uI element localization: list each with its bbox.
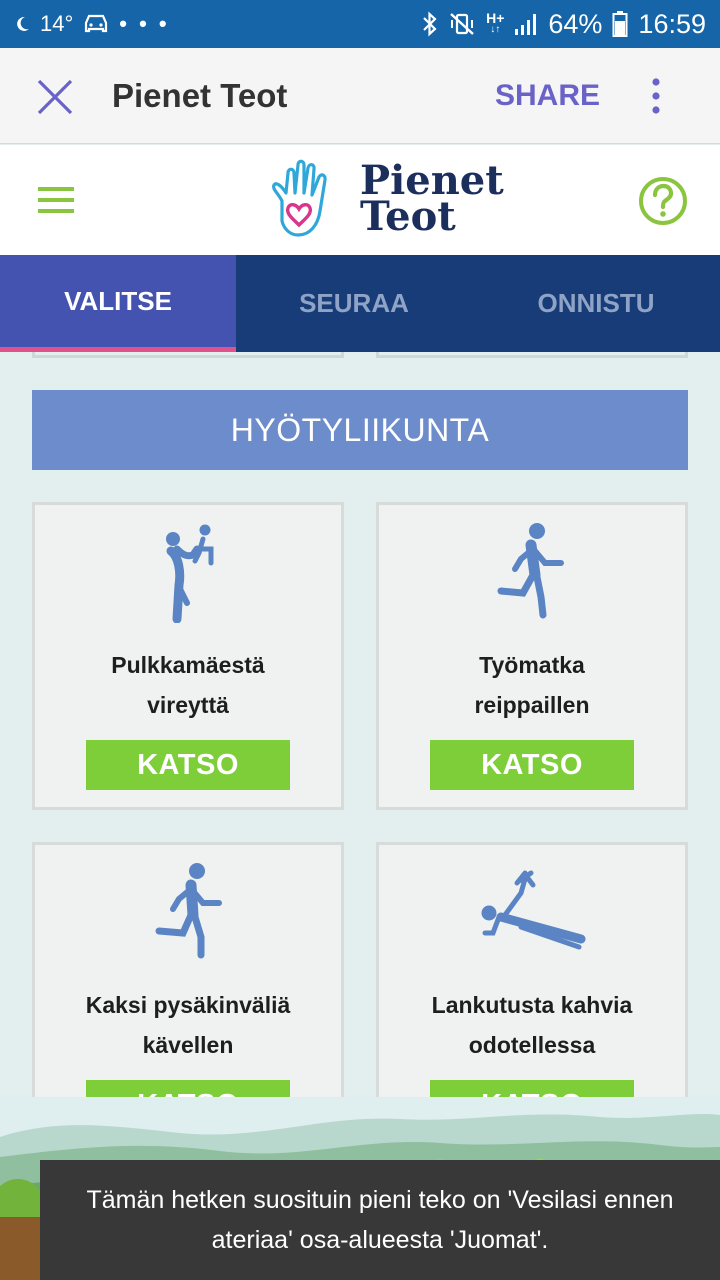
more-notifications: • • •	[119, 11, 170, 36]
share-button[interactable]: SHARE	[495, 48, 600, 144]
status-bar: 14° • • • H+ ↓↑ 64% 16:59	[0, 0, 720, 48]
katso-button[interactable]: KATSO	[430, 1080, 634, 1097]
main-content: HYÖTYLIIKUNTA Pulkkamäestä vireyttä KATS…	[0, 352, 720, 1097]
battery-icon	[612, 10, 628, 38]
activity-card[interactable]: Työmatka reippaillen KATSO	[376, 502, 688, 810]
tab-onnistu[interactable]: ONNISTU	[472, 255, 720, 352]
clock: 16:59	[638, 8, 706, 39]
logo-wordmark: Pienet Teot	[360, 157, 504, 240]
activity-title: Työmatka reippaillen	[474, 652, 590, 718]
activity-card[interactable]: Lankutusta kahvia odotellessa KATSO	[376, 842, 688, 1097]
activity-title: Pulkkamäestä vireyttä	[111, 652, 265, 718]
section-title: HYÖTYLIIKUNTA	[32, 390, 688, 470]
car-icon	[83, 13, 109, 35]
plank-exercise-icon	[475, 859, 595, 963]
katso-button[interactable]: KATSO	[86, 740, 290, 790]
more-options-icon[interactable]	[640, 76, 672, 116]
card-stub-left	[32, 352, 344, 358]
signal-strength-icon	[514, 12, 538, 36]
toast-message: Tämän hetken suosituin pieni teko on 'Ve…	[40, 1160, 720, 1280]
tab-seuraa[interactable]: SEURAA	[236, 255, 472, 352]
app-title: Pienet Teot	[112, 77, 288, 114]
weather-moon-icon	[16, 16, 30, 32]
vibrate-mute-icon	[448, 12, 476, 36]
battery-percent: 64%	[548, 8, 603, 39]
tab-valitse[interactable]: VALITSE	[0, 255, 236, 352]
activity-card[interactable]: Kaksi pysäkinväliä kävellen KATSO	[32, 842, 344, 1097]
hand-heart-icon	[272, 159, 327, 237]
activity-card[interactable]: Pulkkamäestä vireyttä KATSO	[32, 502, 344, 810]
bluetooth-icon	[422, 11, 438, 37]
temperature: 14°	[40, 11, 74, 36]
help-question-icon[interactable]	[638, 176, 688, 226]
katso-button[interactable]: KATSO	[86, 1080, 290, 1097]
site-header: Pienet Teot	[0, 145, 720, 255]
card-stub-right	[376, 352, 688, 358]
tab-bar: VALITSE SEURAA ONNISTU	[0, 255, 720, 352]
parent-lifting-child-icon	[131, 519, 251, 624]
hamburger-menu-icon[interactable]	[38, 183, 74, 217]
network-type-icon: H+ ↓↑	[486, 10, 505, 35]
app-bar: Pienet Teot SHARE	[0, 48, 720, 144]
pienet-teot-logo[interactable]: Pienet Teot	[268, 159, 528, 245]
katso-button[interactable]: KATSO	[430, 740, 634, 790]
close-icon[interactable]	[34, 76, 76, 118]
running-person-icon	[475, 519, 595, 623]
walking-person-icon	[131, 859, 251, 963]
activity-title: Kaksi pysäkinväliä kävellen	[85, 992, 291, 1058]
activity-title: Lankutusta kahvia odotellessa	[431, 992, 633, 1058]
